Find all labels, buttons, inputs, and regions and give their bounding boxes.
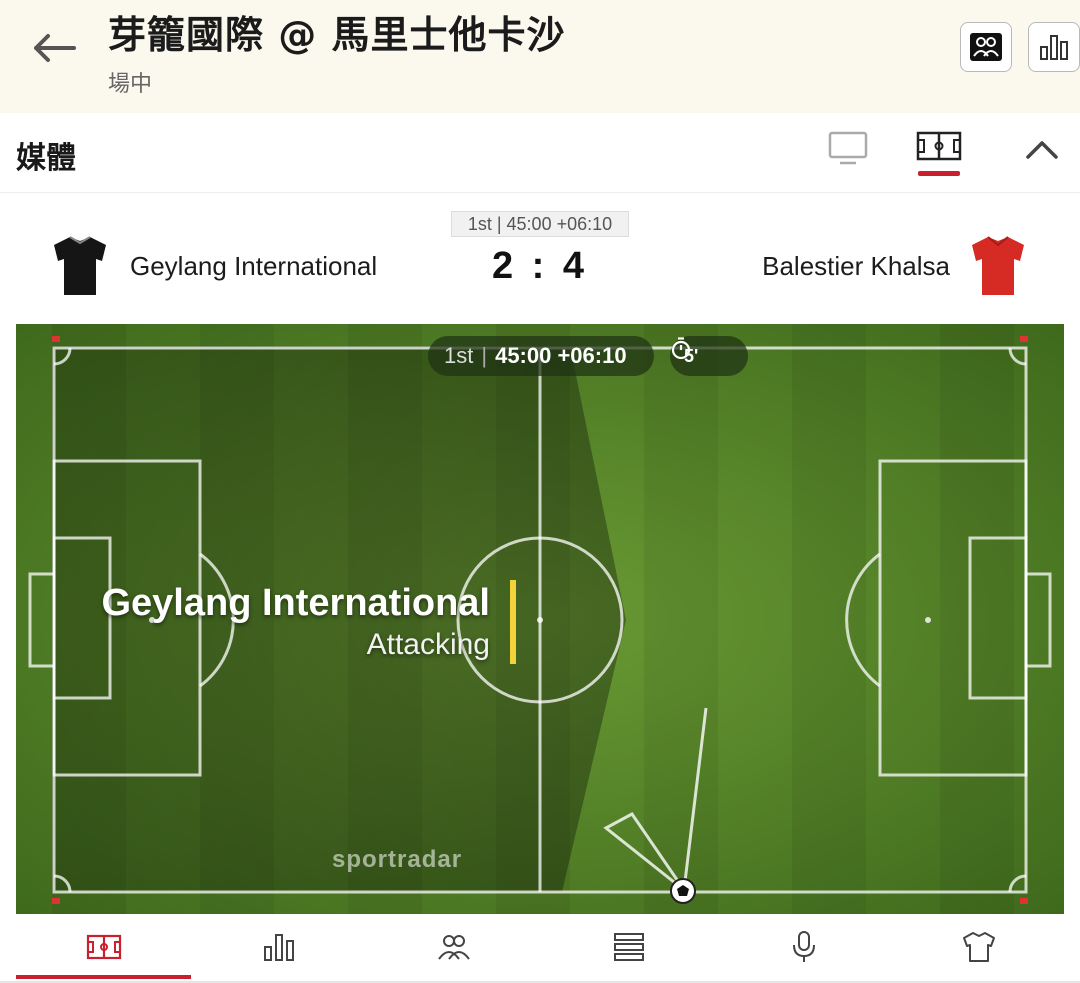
tracker-clock-chip: 1st | 45:00 +06:10 [428,336,654,376]
stats-bar-icon [263,934,294,961]
away-team-name: Balestier Khalsa [762,251,950,281]
lineups-button[interactable] [960,22,1012,72]
tab-kits[interactable] [891,914,1066,980]
active-tab-indicator [16,975,191,979]
match-status: 場中 [108,72,153,97]
ball-icon [670,878,696,904]
tracker-period: 1st [444,343,474,368]
tab-timeline[interactable] [541,914,716,980]
period-chip: 1st | 45:00 +06:10 [451,211,629,237]
active-media-indicator [918,171,960,176]
pitch-icon [86,934,121,960]
home-shirt-icon [52,233,108,304]
tracker-tab-bar [0,914,1080,983]
tracker-timer-chip: 5' [670,336,748,376]
match-title: 芽籠國際 @ 馬里士他卡沙 [108,13,566,57]
tab-pitch[interactable] [16,914,191,980]
tab-stats[interactable] [191,914,366,980]
tv-icon [828,131,868,165]
stats-button[interactable] [1028,22,1080,72]
attack-indicator-bar [510,580,516,664]
shirt-icon [962,932,995,962]
media-bar: 媒體 [0,113,1080,193]
arrow-left-icon [34,34,76,62]
home-team-name: Geylang International [130,251,378,281]
tab-commentary[interactable] [716,914,891,980]
collapse-button[interactable] [1024,135,1060,168]
score: 2 : 4 [491,245,589,287]
tv-button[interactable] [828,131,868,172]
attacking-team-name: Geylang International [101,582,490,624]
match-header: 芽籠國際 @ 馬里士他卡沙 場中 [0,0,1080,113]
chevron-up-icon [1026,141,1058,159]
stats-bar-icon [1040,35,1068,60]
tracker-clock: 45:00 +06:10 [495,343,627,368]
lineups-icon [437,935,470,960]
away-shirt-icon [970,233,1026,304]
stopwatch-icon [671,337,691,360]
microphone-icon [792,931,815,962]
match-tracker-pitch: 1st | 45:00 +06:10 5' Geylang Internatio… [16,324,1064,914]
list-icon [613,933,644,961]
pitch-tracker-button[interactable] [916,131,962,168]
media-label: 媒體 [16,141,76,176]
back-button[interactable] [30,28,78,68]
lineups-icon [970,33,1002,61]
pitch-tracker-icon [916,131,962,161]
scoreboard: 1st | 45:00 +06:10 Geylang International… [0,193,1080,323]
tab-lineups[interactable] [366,914,541,980]
attacking-status: Attacking [366,628,490,661]
sportradar-logo: sportradar [332,846,463,873]
